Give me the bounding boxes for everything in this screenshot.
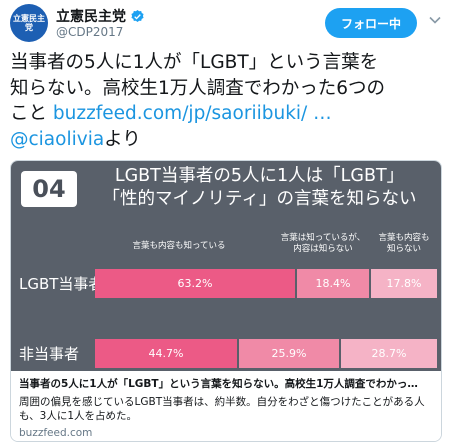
user-handle[interactable]: @CDP2017 bbox=[56, 25, 123, 39]
column-header-know-both: 言葉も内容も知っている bbox=[132, 241, 226, 251]
tweet-header: 立憲民主党 立憲民主党 @CDP2017 フォロー中 bbox=[0, 0, 450, 42]
mention-link[interactable]: @ciaolivia bbox=[10, 129, 104, 150]
column-header-know-neither: 言葉も内容も 知らない bbox=[369, 233, 439, 255]
image-title: LGBT当事者の5人に1人は「LGBT」 「性的マイノリティ」の言葉を知らない bbox=[87, 165, 432, 211]
tweet-text: 当事者の5人に1人が「LGBT」という言葉を 知らない。高校生1万人調査でわかっ… bbox=[10, 50, 445, 152]
link-card[interactable]: 04 LGBT当事者の5人に1人は「LGBT」 「性的マイノリティ」の言葉を知ら… bbox=[10, 160, 442, 442]
bar-segment: 63.2% bbox=[95, 269, 295, 298]
bar-segment: 25.9% bbox=[239, 339, 339, 368]
verified-badge-icon bbox=[131, 9, 144, 22]
name-row: 立憲民主党 bbox=[56, 6, 145, 26]
tweet-line-4: @ciaoliviaより bbox=[10, 127, 445, 153]
column-header-3-line-1: 言葉も内容も bbox=[378, 233, 430, 243]
item-number-badge: 04 bbox=[21, 171, 77, 207]
avatar-logo-text: 立憲民主党 bbox=[13, 14, 45, 32]
tweet-line-1: 当事者の5人に1人が「LGBT」という言葉を bbox=[10, 52, 379, 73]
card-description: 周囲の偏見を感じているLGBT当事者は、約半数。自分をわざと傷つけたことがある人… bbox=[19, 396, 425, 422]
tweet-line-3-prefix: こと bbox=[10, 103, 53, 124]
column-header-3-line-2: 知らない bbox=[386, 244, 421, 254]
bar-segment: 44.7% bbox=[95, 339, 237, 368]
column-header-2-line-1: 言葉は知っているが、 bbox=[280, 233, 366, 243]
avatar[interactable]: 立憲民主党 bbox=[10, 4, 48, 42]
tweet-suffix: より bbox=[104, 128, 141, 150]
image-title-line-1: LGBT当事者の5人に1人は「LGBT」 bbox=[114, 166, 405, 186]
bar-segment: 17.8% bbox=[371, 269, 437, 298]
bar-segment: 18.4% bbox=[297, 269, 369, 298]
column-header-2-line-2: 内容は知らない bbox=[293, 244, 353, 254]
follow-button[interactable]: フォロー中 bbox=[325, 8, 417, 38]
chevron-down-icon[interactable] bbox=[428, 13, 442, 27]
row-label-lgbt: LGBT当事者 bbox=[19, 275, 104, 293]
card-text[interactable]: 当事者の5人に1人が「LGBT」という言葉を知らない。高校生1万人調査でわかっ…… bbox=[11, 371, 441, 441]
tweet-line-2: 知らない。高校生1万人調査でわかった6つの bbox=[10, 77, 386, 99]
card-title[interactable]: 当事者の5人に1人が「LGBT」という言葉を知らない。高校生1万人調査でわかっ… bbox=[19, 377, 435, 391]
card-domain: buzzfeed.com bbox=[19, 427, 93, 439]
column-header-know-word-only: 言葉は知っているが、 内容は知らない bbox=[273, 233, 373, 255]
card-image[interactable]: 04 LGBT当事者の5人に1人は「LGBT」 「性的マイノリティ」の言葉を知ら… bbox=[11, 161, 441, 371]
tweet-line-3: こと buzzfeed.com/jp/saoriibuki/ … bbox=[10, 101, 445, 127]
bar-segment: 28.7% bbox=[341, 339, 437, 368]
article-link[interactable]: buzzfeed.com/jp/saoriibuki/ … bbox=[53, 103, 332, 124]
row-label-non-lgbt: 非当事者 bbox=[19, 345, 80, 363]
image-title-line-2: 「性的マイノリティ」の言葉を知らない bbox=[102, 189, 417, 209]
display-name[interactable]: 立憲民主党 bbox=[56, 6, 126, 26]
